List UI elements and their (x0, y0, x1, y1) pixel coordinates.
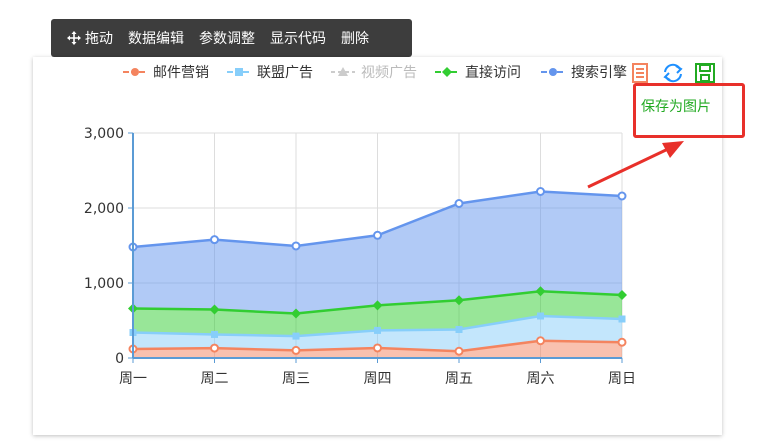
data-point (373, 230, 382, 240)
x-tick-label: 周三 (282, 371, 310, 387)
data-point (374, 326, 381, 334)
data-point (536, 187, 545, 196)
x-tick-label: 周日 (608, 371, 636, 387)
x-tick-label: 周二 (201, 371, 229, 387)
data-point (373, 343, 382, 353)
chart-toolbar: 拖动 数据编辑 参数调整 显示代码 删除 (51, 19, 412, 57)
y-tick-label: 3,000 (84, 126, 124, 142)
data-point (617, 337, 627, 347)
legend-symbol (131, 68, 139, 76)
move-icon (67, 31, 81, 45)
legend-symbol (442, 67, 452, 77)
data-point (618, 315, 626, 323)
legend-label: 直接访问 (465, 64, 521, 81)
data-point (211, 330, 218, 338)
data-view-icon[interactable] (630, 62, 650, 84)
data-point (291, 241, 301, 251)
x-tick-label: 周一 (119, 371, 147, 387)
data-point (292, 332, 300, 340)
save-as-image-tooltip: 保存为图片 (641, 99, 711, 115)
data-point (291, 345, 301, 355)
data-point (210, 343, 219, 353)
save-as-image-icon[interactable] (694, 62, 716, 84)
y-tick-label: 0 (115, 351, 124, 367)
x-tick-label: 周六 (527, 371, 555, 387)
data-point (455, 326, 463, 333)
data-point (454, 346, 464, 356)
show-code-button[interactable]: 显示代码 (270, 28, 326, 48)
legend-symbol (549, 68, 557, 76)
x-tick-label: 周五 (445, 371, 473, 387)
legend-symbol (235, 68, 243, 76)
edit-data-button[interactable]: 数据编辑 (128, 28, 184, 48)
data-point (537, 312, 544, 320)
y-tick-label: 1,000 (84, 276, 124, 292)
delete-button[interactable]: 删除 (341, 28, 369, 48)
legend-label: 邮件营销 (153, 65, 209, 81)
chart-panel: 0 1,000 2,000 3,000 周一 周二 周三 周四 周五 周六 周日 邮件营销 联盟广告 视频… (33, 57, 722, 435)
y-tick-label: 2,000 (84, 201, 124, 217)
legend-label: 搜索引擎 (571, 64, 627, 81)
data-point (536, 336, 545, 346)
restore-icon[interactable] (661, 62, 685, 84)
adjust-params-button[interactable]: 参数调整 (199, 28, 255, 48)
data-point (454, 199, 464, 208)
data-point (210, 235, 219, 245)
legend-label: 视频广告 (361, 65, 417, 81)
x-tick-label: 周四 (364, 371, 392, 387)
data-point (617, 191, 627, 201)
move-label: 拖动 (85, 31, 113, 47)
area-chart: 0 1,000 2,000 3,000 周一 周二 周三 周四 周五 周六 周日 邮件营销 联盟广告 视频… (84, 64, 636, 387)
move-button[interactable]: 拖动 (67, 28, 113, 48)
legend-label: 联盟广告 (257, 65, 313, 81)
